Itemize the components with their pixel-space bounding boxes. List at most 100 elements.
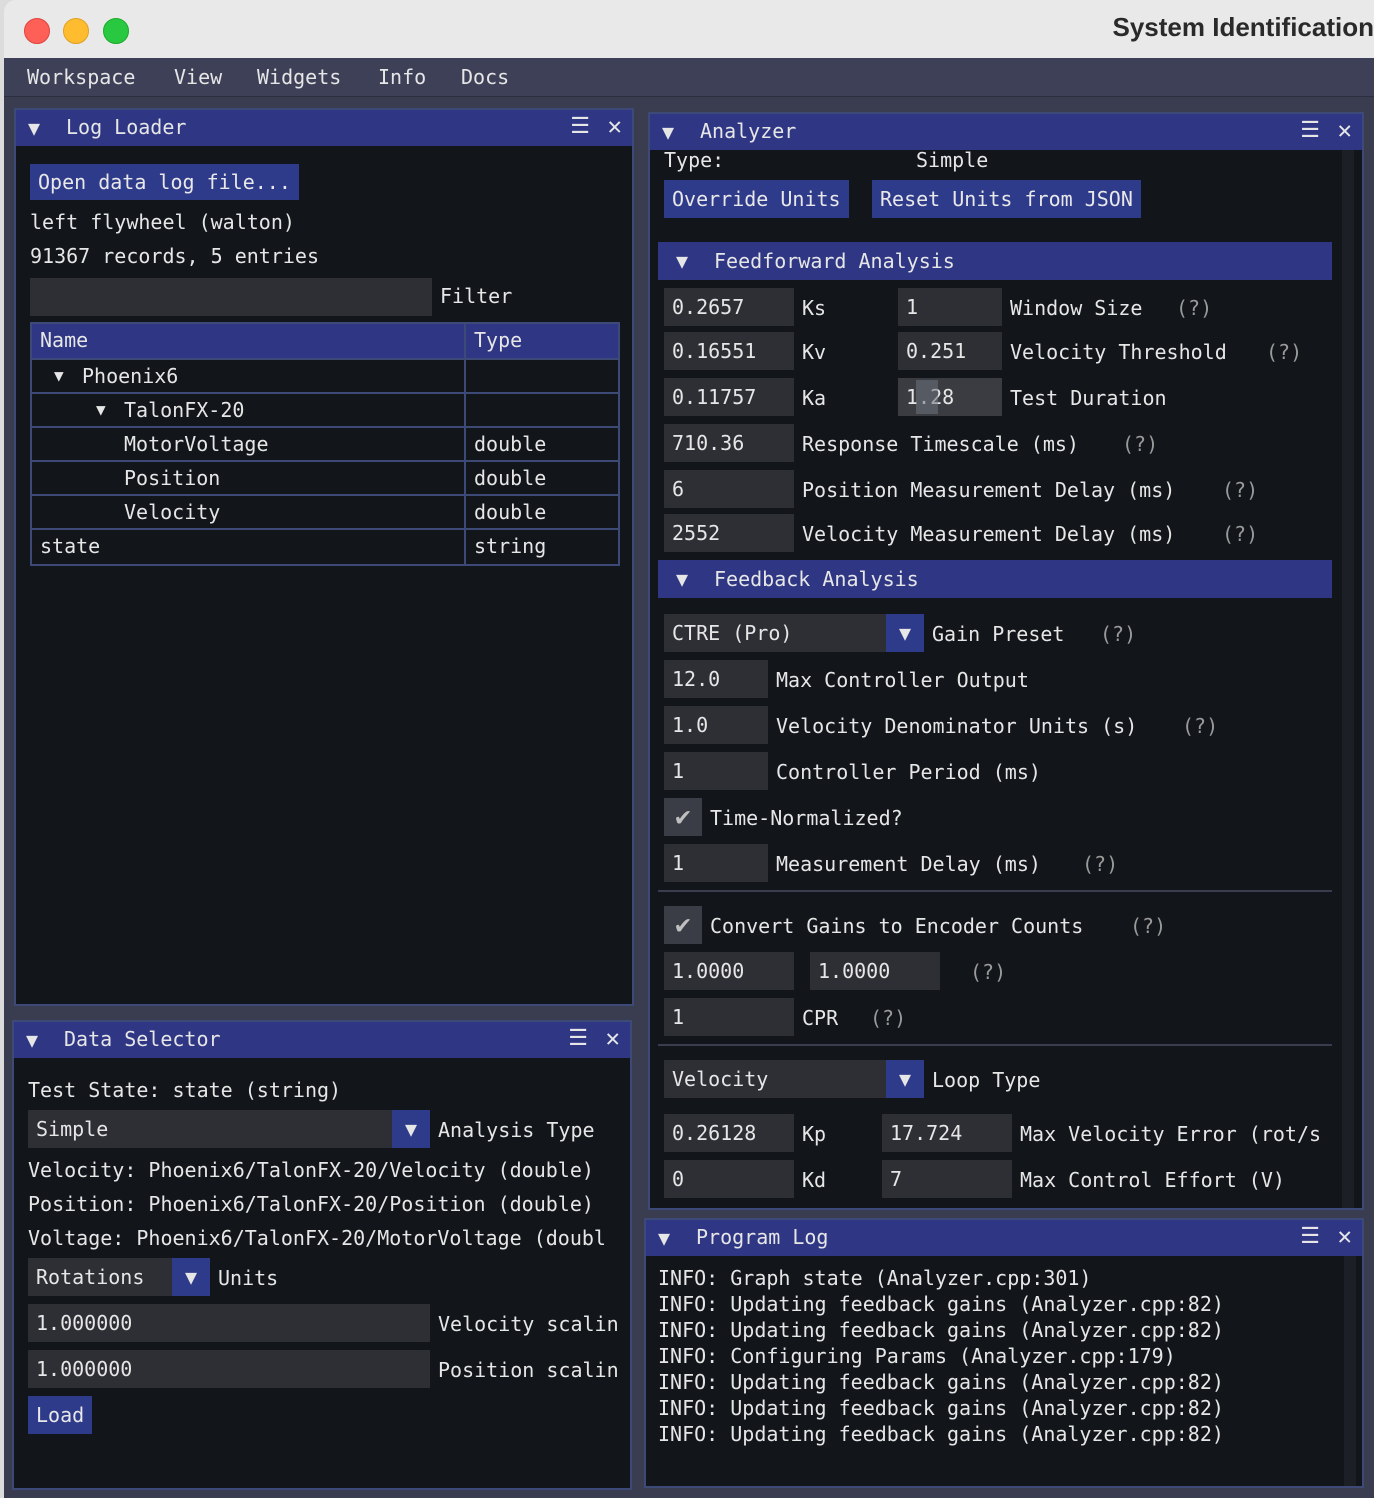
menu-widgets[interactable]: Widgets [257, 65, 341, 89]
analyzer-scrollbar[interactable] [1342, 150, 1354, 1208]
analysis-type-select[interactable]: Simple ▼ [28, 1110, 430, 1148]
slider-grab-handle[interactable] [916, 380, 938, 414]
loop-type-select[interactable]: Velocity ▼ [664, 1060, 924, 1098]
table-row[interactable]: Position double [32, 462, 618, 496]
column-header-name[interactable]: Name [40, 328, 88, 352]
help-icon[interactable]: (?) [1130, 914, 1166, 938]
expand-icon[interactable]: ▼ [54, 366, 64, 385]
menu-icon[interactable]: ☰ [570, 114, 590, 139]
help-icon[interactable]: (?) [870, 1006, 906, 1030]
feedback-header[interactable]: ▼ Feedback Analysis [658, 560, 1332, 598]
chevron-down-icon[interactable]: ▼ [886, 1060, 924, 1098]
expand-icon[interactable]: ▼ [96, 400, 106, 419]
units-select[interactable]: Rotations ▼ [28, 1258, 210, 1296]
help-icon[interactable]: (?) [1182, 714, 1218, 738]
velocity-delay-field[interactable]: 2552 [664, 514, 794, 552]
max-output-field[interactable]: 12.0 [664, 660, 768, 698]
collapse-icon[interactable]: ▼ [26, 1028, 38, 1052]
open-log-button[interactable]: Open data log file... [30, 164, 299, 200]
gearing-denominator-field[interactable]: 1.0000 [810, 952, 940, 990]
response-timescale-field[interactable]: 710.36 [664, 424, 794, 462]
help-icon[interactable]: (?) [1176, 296, 1212, 320]
help-icon[interactable]: (?) [1100, 622, 1136, 646]
collapse-icon[interactable]: ▼ [676, 249, 688, 273]
data-selector-titlebar[interactable]: ▼ Data Selector ☰ ✕ [14, 1022, 630, 1058]
measurement-delay-field[interactable]: 1 [664, 844, 768, 882]
menu-icon[interactable]: ☰ [1300, 118, 1320, 143]
help-icon[interactable]: (?) [1082, 852, 1118, 876]
override-units-button[interactable]: Override Units [664, 180, 849, 218]
filter-input[interactable] [30, 278, 432, 316]
chevron-down-icon[interactable]: ▼ [392, 1110, 430, 1148]
gearing-numerator-field[interactable]: 1.0000 [664, 952, 794, 990]
ka-field[interactable]: 0.11757 [664, 378, 794, 416]
log-scrollbar[interactable] [1344, 1256, 1356, 1486]
table-row[interactable]: ▼ Phoenix6 [32, 360, 618, 394]
position-scaling-label: Position scalin [438, 1358, 619, 1382]
menu-docs[interactable]: Docs [461, 65, 509, 89]
position-delay-field[interactable]: 6 [664, 470, 794, 508]
feedforward-header[interactable]: ▼ Feedforward Analysis [658, 242, 1332, 280]
close-icon[interactable]: ✕ [1338, 116, 1352, 144]
table-row[interactable]: Velocity double [32, 496, 618, 530]
minimize-window-icon[interactable] [63, 18, 89, 44]
table-header: Name Type [32, 324, 618, 360]
close-window-icon[interactable] [24, 18, 50, 44]
ks-field[interactable]: 0.2657 [664, 288, 794, 326]
row-name: state [40, 534, 101, 558]
cpr-field[interactable]: 1 [664, 998, 794, 1036]
max-control-effort-field[interactable]: 7 [882, 1160, 1012, 1198]
program-log-titlebar[interactable]: ▼ Program Log ☰ ✕ [646, 1220, 1362, 1256]
help-icon[interactable]: (?) [1222, 478, 1258, 502]
help-icon[interactable]: (?) [1222, 522, 1258, 546]
menu-icon[interactable]: ☰ [568, 1026, 588, 1051]
position-scaling-input[interactable]: 1.000000 [28, 1350, 430, 1388]
loop-type-value: Velocity [672, 1067, 769, 1091]
help-icon[interactable]: (?) [1122, 432, 1158, 456]
menu-icon[interactable]: ☰ [1300, 1224, 1320, 1249]
collapse-icon[interactable]: ▼ [658, 1226, 670, 1250]
records-summary: 91367 records, 5 entries [30, 244, 319, 268]
menu-info[interactable]: Info [378, 65, 426, 89]
kv-label: Kv [802, 340, 827, 364]
reset-units-button[interactable]: Reset Units from JSON [872, 180, 1141, 218]
gain-preset-select[interactable]: CTRE (Pro) ▼ [664, 614, 924, 652]
velocity-scaling-input[interactable]: 1.000000 [28, 1304, 430, 1342]
row-type: double [474, 432, 547, 456]
type-label: Type: [664, 148, 725, 172]
analyzer-titlebar[interactable]: ▼ Analyzer ☰ ✕ [650, 114, 1362, 150]
chevron-down-icon[interactable]: ▼ [886, 614, 924, 652]
time-normalized-checkbox[interactable]: ✔ [664, 798, 702, 836]
chevron-down-icon[interactable]: ▼ [172, 1258, 210, 1296]
convert-gains-checkbox[interactable]: ✔ [664, 906, 702, 944]
help-icon[interactable]: (?) [970, 960, 1006, 984]
table-row[interactable]: MotorVoltage double [32, 428, 618, 462]
kp-field[interactable]: 0.26128 [664, 1114, 794, 1152]
controller-period-field[interactable]: 1 [664, 752, 768, 790]
kv-field[interactable]: 0.16551 [664, 332, 794, 370]
menu-view[interactable]: View [174, 65, 222, 89]
window-size-field[interactable]: 1 [898, 288, 1002, 326]
log-line: INFO: Updating feedback gains (Analyzer.… [658, 1396, 1224, 1420]
close-icon[interactable]: ✕ [606, 1024, 620, 1052]
log-loader-titlebar[interactable]: ▼ Log Loader ☰ ✕ [16, 110, 632, 146]
column-header-type[interactable]: Type [474, 328, 522, 352]
close-icon[interactable]: ✕ [1338, 1222, 1352, 1250]
table-row[interactable]: state string [32, 530, 618, 564]
zoom-window-icon[interactable] [103, 18, 129, 44]
collapse-icon[interactable]: ▼ [676, 567, 688, 591]
menu-workspace[interactable]: Workspace [27, 65, 135, 89]
row-name: Position [124, 466, 221, 490]
close-icon[interactable]: ✕ [608, 112, 622, 140]
velocity-denominator-field[interactable]: 1.0 [664, 706, 768, 744]
kd-field[interactable]: 0 [664, 1160, 794, 1198]
test-duration-slider[interactable]: 1.28 [898, 378, 1002, 416]
collapse-icon[interactable]: ▼ [28, 116, 40, 140]
table-row[interactable]: ▼ TalonFX-20 [32, 394, 618, 428]
velocity-threshold-field[interactable]: 0.251 [898, 332, 1002, 370]
max-velocity-error-field[interactable]: 17.724 [882, 1114, 1012, 1152]
help-icon[interactable]: (?) [1266, 340, 1302, 364]
units-value: Rotations [36, 1265, 145, 1289]
collapse-icon[interactable]: ▼ [662, 120, 674, 144]
load-button[interactable]: Load [28, 1396, 93, 1434]
